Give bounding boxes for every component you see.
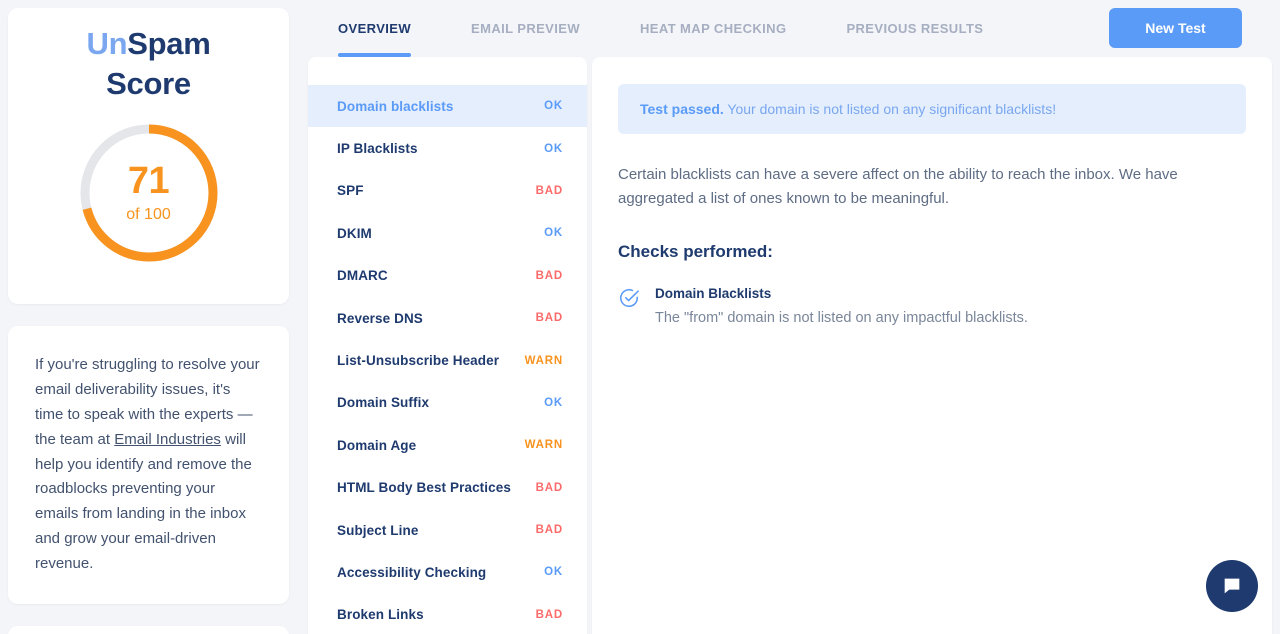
score-max-label: of 100 [126,206,171,224]
score-card: UnSpam Score 71 of 100 [8,8,289,304]
check-row[interactable]: DMARC BAD [308,255,587,297]
check-row[interactable]: HTML Body Best Practices BAD [308,467,587,509]
score-gauge: 71 of 100 [77,121,221,265]
performed-check-body: Domain Blacklists The "from" domain is no… [655,286,1028,326]
check-row[interactable]: Domain Age WARN [308,424,587,466]
check-label: Broken Links [337,607,424,623]
tab-bar: OVERVIEW EMAIL PREVIEW HEAT MAP CHECKING PR… [338,0,1043,57]
check-label: List-Unsubscribe Header [337,353,500,369]
check-status-badge: BAD [535,608,563,621]
performed-check-title: Domain Blacklists [655,285,772,301]
check-row[interactable]: Domain blacklists OK [308,85,587,128]
check-status-badge: OK [544,100,563,113]
banner-message: Your domain is not listed on any signifi… [727,101,1057,117]
app-root: UnSpam Score 71 of 100 If you're struggl… [0,0,1280,634]
tab-previous-results[interactable]: PREVIOUS RESULTS [846,0,983,57]
check-status-badge: BAD [535,481,563,494]
brand-logo: UnSpam Score [8,24,289,103]
check-label: DMARC [337,268,388,284]
check-row[interactable]: Domain Suffix OK [308,382,587,424]
check-label: DKIM [337,225,372,241]
detail-description: Certain blacklists can have a severe aff… [618,166,1178,208]
check-label: Subject Line [337,522,419,538]
check-status-badge: OK [544,566,563,579]
top-bar: OVERVIEW EMAIL PREVIEW HEAT MAP CHECKING PR… [300,0,1280,57]
circle-check-icon [618,287,640,314]
left-sidebar: UnSpam Score 71 of 100 If you're struggl… [0,0,300,634]
check-status-badge: OK [544,227,563,240]
banner-headline: Test passed. [640,101,724,117]
logo-part-score: Score [106,65,191,101]
tab-heat-map-checking[interactable]: HEAT MAP CHECKING [640,0,786,57]
check-status-badge: BAD [535,312,563,325]
check-status-badge: BAD [535,524,563,537]
promo-text-after: will help you identify and remove the ro… [35,430,252,573]
main-area: OVERVIEW EMAIL PREVIEW HEAT MAP CHECKING PR… [300,0,1280,634]
email-industries-link[interactable]: Email Industries [114,431,221,448]
check-label: Domain Age [337,437,417,453]
promo-text: If you're struggling to resolve your ema… [35,353,261,577]
detail-panel: Test passed. Your domain is not listed o… [592,57,1272,634]
gauge-center-text: 71 of 100 [77,121,221,265]
tab-overview[interactable]: OVERVIEW [338,0,412,57]
check-label: Accessibility Checking [337,564,487,580]
check-status-badge: OK [544,142,563,155]
check-status-badge: BAD [535,269,563,282]
checks-performed-heading: Checks performed: [618,241,773,261]
check-status-badge: WARN [524,439,563,452]
new-test-button[interactable]: New Test [1109,8,1242,48]
check-row[interactable]: Subject Line BAD [308,509,587,551]
check-row[interactable]: IP Blacklists OK [308,127,587,169]
check-row[interactable]: DKIM OK [308,212,587,254]
content-panels: Domain blacklists OK IP Blacklists OK SPF BAD… [300,57,1280,634]
performed-checks-list: Domain Blacklists The "from" domain is no… [618,286,1246,326]
check-label: Domain blacklists [337,98,454,114]
check-row[interactable]: Reverse DNS BAD [308,297,587,339]
found-issues-card: We've found 9 things you can [8,626,289,634]
performed-check-item: Domain Blacklists The "from" domain is no… [618,286,1246,326]
check-row[interactable]: SPF BAD [308,170,587,212]
check-label: IP Blacklists [337,141,418,157]
tab-email-preview[interactable]: EMAIL PREVIEW [471,0,580,57]
check-label: SPF [337,183,364,199]
check-label: HTML Body Best Practices [337,480,511,496]
status-banner: Test passed. Your domain is not listed o… [618,84,1246,135]
check-status-badge: OK [544,396,563,409]
performed-check-description: The "from" domain is not listed on any i… [655,309,1028,326]
score-value: 71 [127,160,170,203]
check-status-badge: WARN [524,354,563,367]
check-row[interactable]: Accessibility Checking OK [308,551,587,593]
check-row[interactable]: List-Unsubscribe Header WARN [308,339,587,381]
chat-button[interactable] [1206,560,1258,612]
logo-part-un: Un [86,26,128,61]
check-label: Domain Suffix [337,395,430,411]
check-label: Reverse DNS [337,310,423,326]
check-status-badge: BAD [535,184,563,197]
chat-bubble-icon [1224,578,1240,594]
logo-part-spam: Spam [127,26,211,61]
promo-card: If you're struggling to resolve your ema… [8,326,289,605]
checks-list: Domain blacklists OK IP Blacklists OK SPF BAD… [308,57,587,634]
check-row[interactable]: Broken Links BAD [308,594,587,634]
